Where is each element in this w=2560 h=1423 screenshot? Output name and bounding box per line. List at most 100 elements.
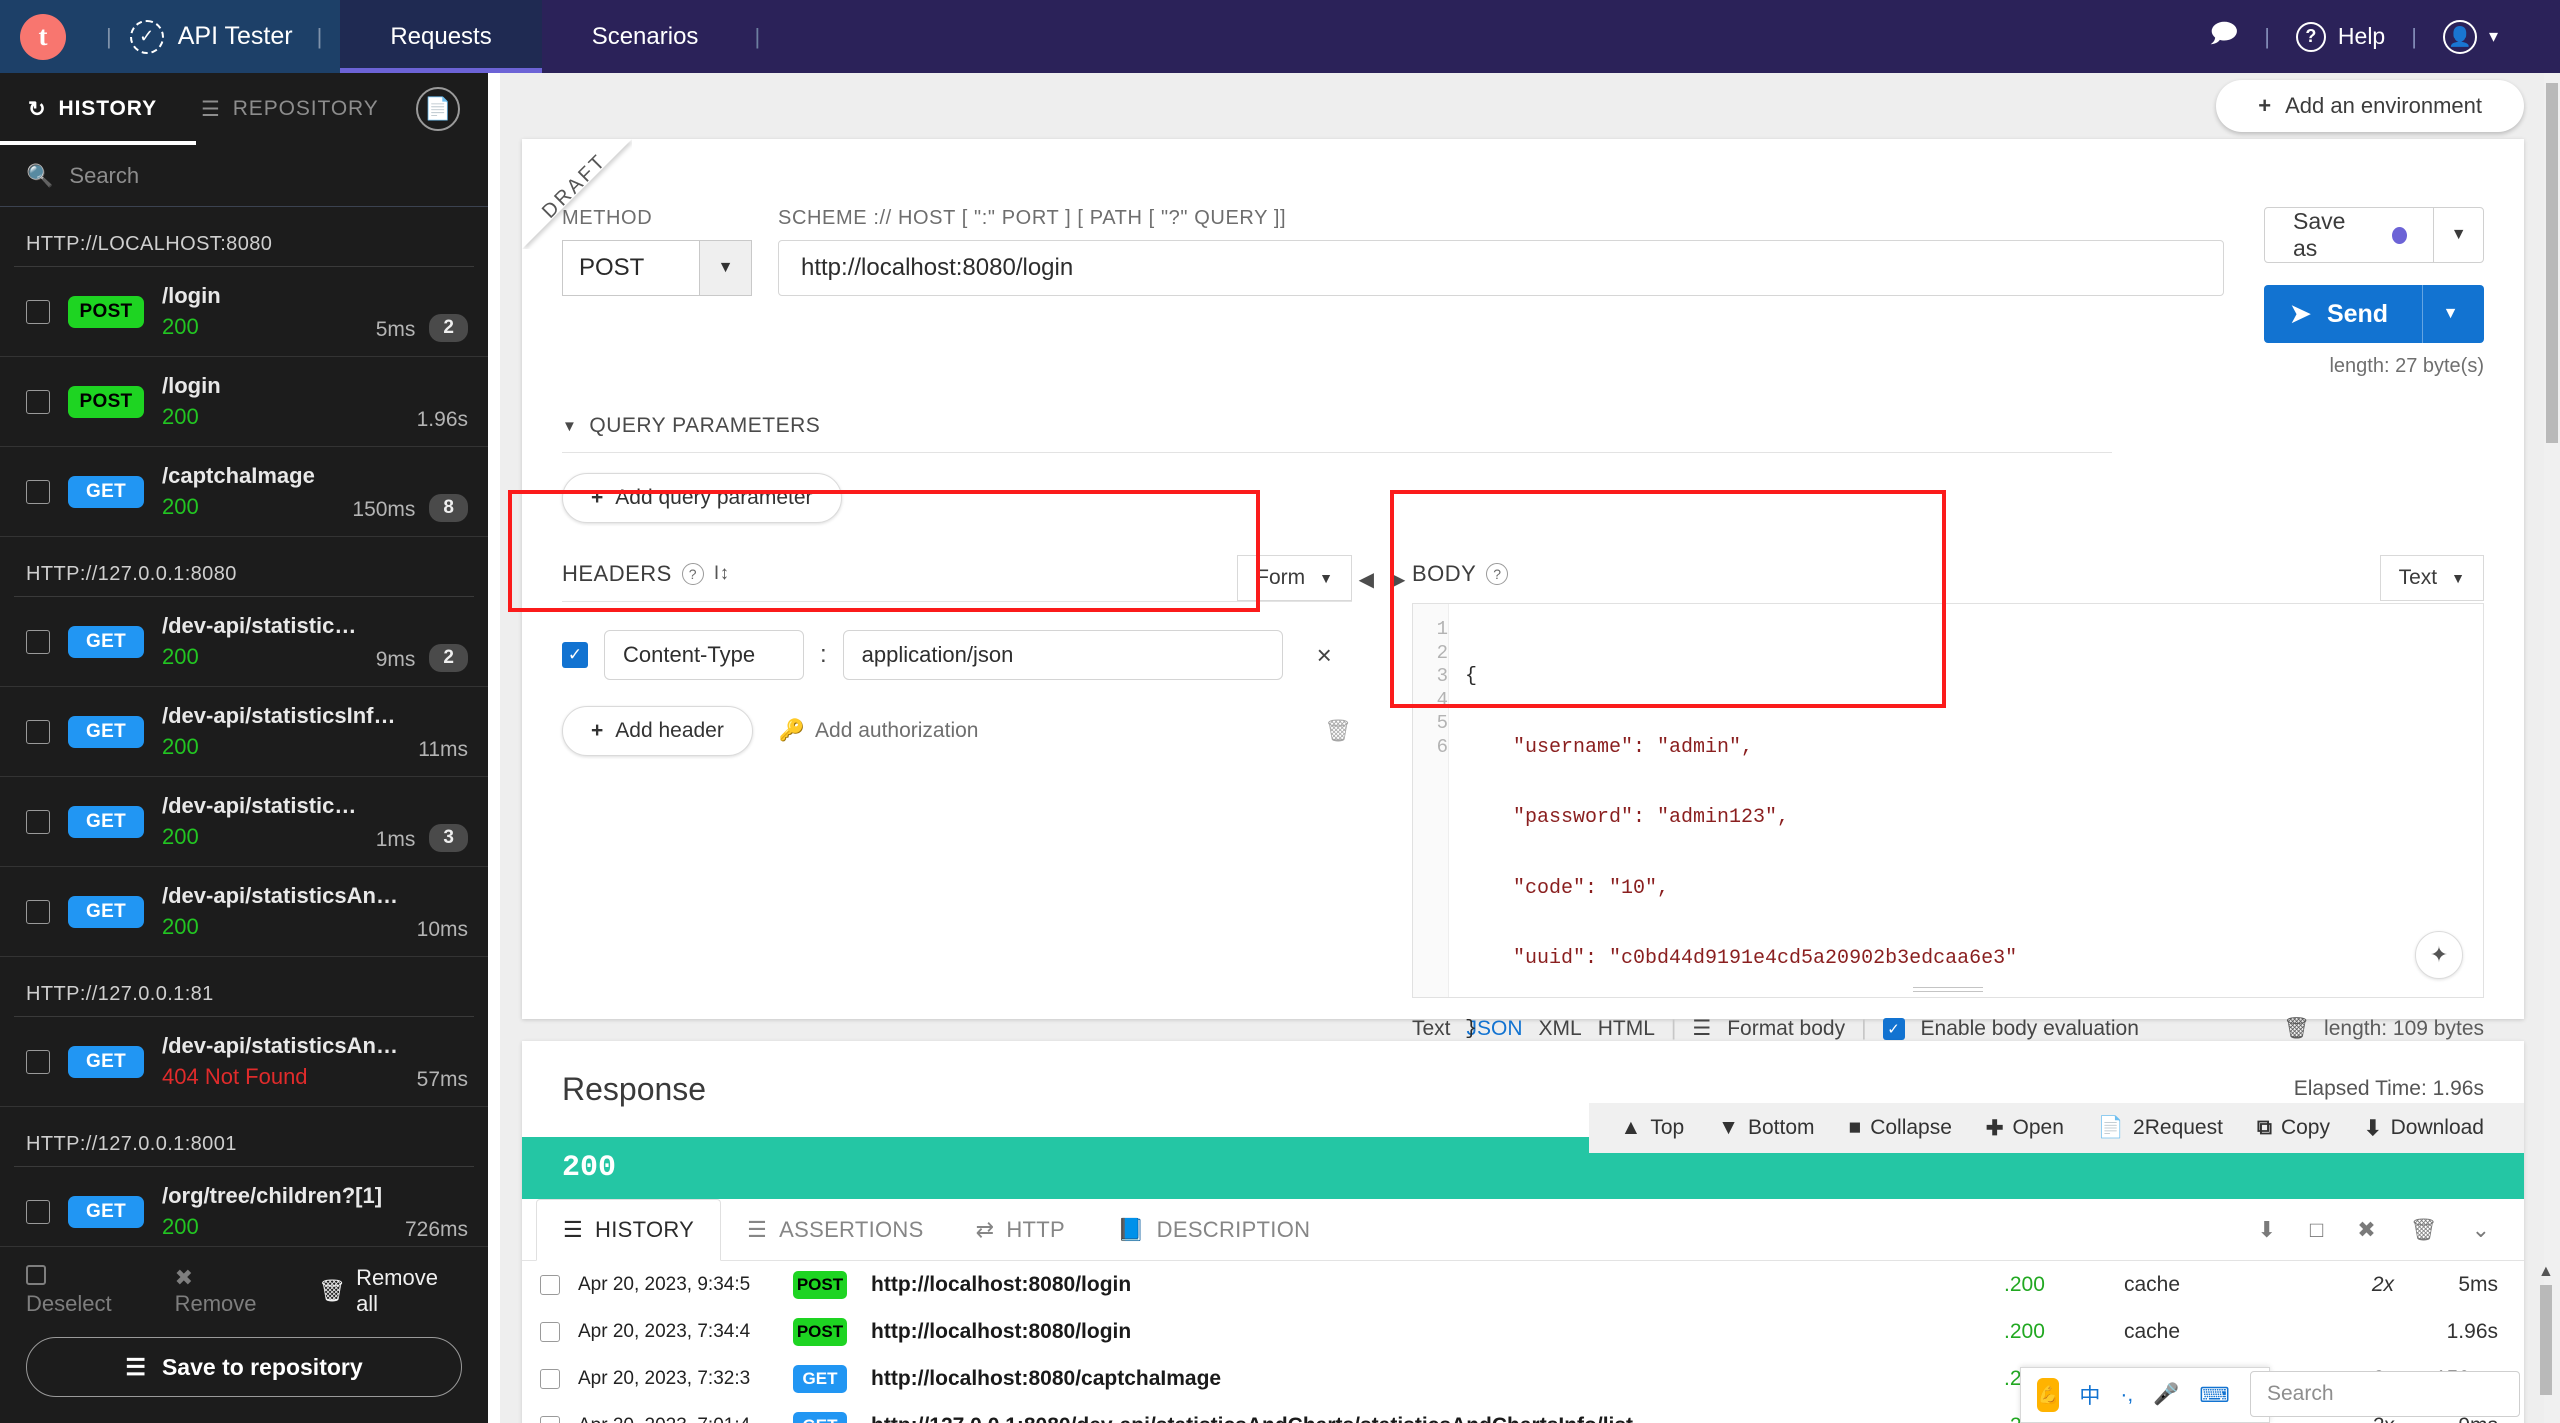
copy-icon: ⧉ [2256,1116,2272,1139]
caret-right-icon[interactable]: ▶ [1390,567,1405,592]
history-item-time: 11ms [418,738,468,761]
tab-assertions[interactable]: ☰ ASSERTIONS [721,1199,949,1260]
response-2request-button[interactable]: 📄 2Request [2098,1116,2223,1140]
headers-view-mode-select[interactable]: Form ▼ [1237,555,1352,601]
history-item[interactable]: POST /login 200 1.96s [0,357,488,447]
body-editor[interactable]: 1 2 3 4 5 6 { "username": "admin", "pass… [1412,603,2484,1041]
magic-wand-icon[interactable]: ✦ [2415,931,2463,979]
response-copy-button[interactable]: ⧉ Copy [2257,1116,2330,1140]
sidebar-tab-repository[interactable]: ☰ REPOSITORY [179,73,401,145]
history-item[interactable]: GET /dev-api/statisticsInfo/statistics/…… [0,687,488,777]
ime-toolbar[interactable]: 💪 中 ·, 🎤 ⌨ 👕 ☷ [2020,1367,2315,1423]
mic-icon[interactable]: 🎤 [2153,1383,2179,1407]
response-open-button[interactable]: ✚ Open [1986,1116,2064,1141]
history-item-checkbox[interactable] [26,299,50,324]
table-scrollbar[interactable]: ▲ ▼ [2536,1263,2554,1423]
history-item-checkbox[interactable] [26,809,50,834]
tab-requests[interactable]: Requests [340,0,543,73]
sidebar-tab-history[interactable]: ↻ HISTORY [6,73,179,145]
close-icon[interactable]: ✖ [2357,1217,2375,1243]
question-circle-icon[interactable]: ? [681,563,704,585]
row-checkbox[interactable] [540,1368,560,1389]
url-input[interactable]: http://localhost:8080/login [778,240,2224,296]
save-as-dropdown-icon[interactable]: ▼ [2433,208,2483,262]
header-key-input[interactable]: Content-Type [604,630,804,680]
body-format-text[interactable]: Text [1412,1017,1451,1041]
method-select[interactable]: POST ▼ [562,240,752,296]
add-authorization-button[interactable]: 🔑 Add authorization [779,719,979,743]
history-item-checkbox[interactable] [26,389,50,414]
header-remove-button[interactable]: × [1317,640,1332,671]
table-row[interactable]: Apr 20, 2023, 9:34:5 POST http://localho… [522,1261,2524,1308]
row-checkbox[interactable] [540,1274,560,1295]
history-item[interactable]: GET /dev-api/statisticsAndCharts/sta… 40… [0,1017,488,1107]
table-row[interactable]: Apr 20, 2023, 7:34:4 POST http://localho… [522,1308,2524,1355]
history-item[interactable]: GET /org/tree/children?[1] 200 726ms [0,1167,488,1246]
sidebar-history-list[interactable]: HTTP://LOCALHOST:8080 POST /login 200 5m… [0,207,488,1246]
chevron-down-icon[interactable]: ▼ [699,241,751,295]
history-item[interactable]: GET /dev-api/statisticsAndCharts/sta… 20… [0,777,488,867]
editor-code[interactable]: { "username": "admin", "password": "admi… [1449,604,2483,1041]
document-icon[interactable]: 📄 [416,87,460,131]
search-input[interactable]: Search [69,163,139,189]
response-bottom-button[interactable]: ▼ Bottom [1718,1116,1814,1140]
add-header-button[interactable]: + Add header [562,706,753,756]
header-value-input[interactable]: application/json [842,630,1283,680]
app-logo-icon[interactable]: t [20,13,66,60]
ime-chinese-toggle[interactable]: 中 [2079,1380,2100,1410]
chevron-down-icon[interactable]: ⌄ [2472,1217,2490,1243]
scrollbar-thumb[interactable] [2540,1285,2552,1395]
history-item[interactable]: GET /dev-api/statisticsAndCharts/sta… 20… [0,867,488,957]
mini-search-box[interactable]: Search [2250,1371,2520,1417]
book-icon: 📘 [1116,1216,1145,1242]
deselect-button[interactable]: Deselect [26,1265,135,1317]
tab-description[interactable]: 📘 DESCRIPTION [1091,1199,1336,1260]
square-icon[interactable]: □ [2310,1217,2323,1243]
ime-punctuation-icon[interactable]: ·, [2120,1383,2133,1407]
history-item[interactable]: GET /captchaImage 200 150ms 8 [0,447,488,537]
history-item[interactable]: GET /dev-api/statisticsAndCharts/sta… 20… [0,597,488,687]
history-item[interactable]: POST /login 200 5ms 2 [0,267,488,357]
caret-down-icon[interactable]: ▼ [562,418,577,435]
send-dropdown-icon[interactable]: ▼ [2422,285,2478,343]
query-parameters-section[interactable]: ▼ QUERY PARAMETERS [562,414,2112,438]
history-item-checkbox[interactable] [26,1049,50,1074]
tab-history[interactable]: ☰ HISTORY [536,1199,722,1261]
caret-left-icon[interactable]: ◀ [1359,567,1374,592]
history-item-checkbox[interactable] [26,899,50,924]
tab-http[interactable]: ⇄ HTTP [950,1199,1091,1260]
trash-icon[interactable]: 🗑 [2410,1217,2438,1243]
row-checkbox[interactable] [540,1321,560,1342]
history-item-checkbox[interactable] [26,479,50,504]
scrollbar-thumb[interactable] [2546,83,2558,443]
help-button[interactable]: ? Help [2270,21,2411,52]
account-button[interactable]: 👤 ▾ [2417,19,2524,54]
chat-button[interactable]: 🗩 [2183,15,2264,59]
save-to-repository-button[interactable]: ☰ Save to repository [26,1337,462,1397]
response-top-button[interactable]: ▲ Top [1621,1116,1685,1140]
headers-trash-icon[interactable]: 🗑 [1324,718,1352,744]
response-download-button[interactable]: ⬇ Download [2364,1116,2484,1141]
scroll-up-icon[interactable]: ▲ [2538,1263,2554,1281]
add-environment-button[interactable]: + Add an environment [2216,80,2524,132]
history-item-checkbox[interactable] [26,1199,50,1224]
history-item-checkbox[interactable] [26,719,50,744]
row-checkbox[interactable] [540,1415,560,1423]
send-button[interactable]: ➤ Send ▼ [2264,285,2484,343]
response-collapse-button[interactable]: ■ Collapse [1849,1116,1952,1140]
body-view-mode-select[interactable]: Text ▼ [2379,555,2484,601]
download-icon[interactable]: ⬇ [2257,1217,2275,1243]
main-scrollbar[interactable] [2544,73,2560,1423]
editor-resize-handle[interactable] [1913,987,1983,993]
add-query-parameter-button[interactable]: + Add query parameter [562,473,842,523]
header-enabled-checkbox[interactable]: ✓ [562,642,588,668]
save-as-button[interactable]: Save as ▼ [2264,207,2484,263]
tab-scenarios[interactable]: Scenarios [542,0,749,73]
question-circle-icon[interactable]: ? [1486,563,1509,585]
remove-button[interactable]: ✖ Remove [175,1265,279,1317]
history-item-checkbox[interactable] [26,629,50,654]
sort-alpha-icon[interactable]: I↕ [714,563,730,585]
keyboard-icon[interactable]: ⌨ [2199,1383,2229,1408]
remove-all-button[interactable]: 🗑 Remove all [318,1265,462,1317]
sidebar-search[interactable]: 🔍 Search [0,145,488,207]
